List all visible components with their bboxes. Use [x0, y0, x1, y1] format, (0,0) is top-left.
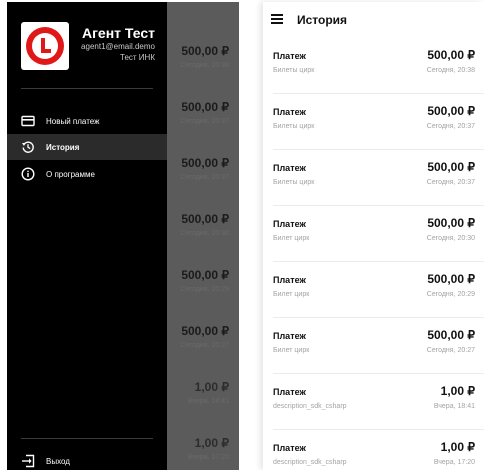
- logout-icon: [21, 454, 35, 468]
- payment-amount: 500,00 ₽: [427, 48, 475, 62]
- history-item[interactable]: Платеж description_sdk_csharp 1,00 ₽ Вче…: [263, 430, 484, 470]
- history-item[interactable]: Платеж Билеты цирк 500,00 ₽ Сегодня, 20:…: [263, 94, 484, 150]
- payment-date: Сегодня, 20:29: [426, 291, 475, 298]
- payment-description: Билет цирк: [273, 347, 310, 354]
- payment-description: Билет цирк: [273, 291, 310, 298]
- payment-title: Платеж: [273, 443, 306, 453]
- history-screen: История Платеж Билеты цирк 500,00 ₽ Сего…: [263, 2, 484, 470]
- background-date: Вчера, 17:20: [187, 454, 229, 461]
- background-list-item: 1,00 ₽ Вчера, 17:20: [159, 414, 239, 470]
- user-company: Тест ИНК: [120, 53, 155, 62]
- payment-title: Платеж: [273, 275, 306, 285]
- background-date: Сегодня, 20:29: [180, 286, 229, 293]
- background-amount: 500,00 ₽: [181, 100, 229, 114]
- background-date: Сегодня, 20:27: [180, 342, 229, 349]
- app-bar: История: [263, 2, 484, 38]
- logout-button[interactable]: Выход: [7, 448, 167, 470]
- background-list-item: 500,00 ₽ Сегодня, 20:27: [159, 302, 239, 358]
- menu-label: О программе: [46, 169, 95, 179]
- payment-date: Сегодня, 20:37: [426, 179, 475, 186]
- background-amount: 1,00 ₽: [194, 380, 229, 394]
- background-list-item: 500,00 ₽ Сегодня, 20:29: [159, 246, 239, 302]
- history-icon: [21, 140, 35, 154]
- payment-description: Билеты цирк: [273, 179, 315, 186]
- payment-description: Билет цирк: [273, 235, 310, 242]
- logout-label: Выход: [46, 456, 70, 466]
- payment-amount: 500,00 ₽: [427, 104, 475, 118]
- payment-description: Билеты цирк: [273, 123, 315, 130]
- menu-item-about[interactable]: О программе: [7, 161, 167, 187]
- payment-date: Вчера, 18:41: [433, 403, 475, 410]
- payment-title: Платеж: [273, 387, 306, 397]
- history-item[interactable]: Платеж Билет цирк 500,00 ₽ Сегодня, 20:2…: [263, 318, 484, 374]
- payment-title: Платеж: [273, 219, 306, 229]
- background-amount: 500,00 ₽: [181, 156, 229, 170]
- background-list-item: 1,00 ₽ Вчера, 18:41: [159, 358, 239, 414]
- background-amount: 500,00 ₽: [181, 268, 229, 282]
- payment-amount: 1,00 ₽: [440, 384, 475, 398]
- background-list-item: 500,00 ₽ Сегодня, 20:37: [159, 134, 239, 190]
- background-list-item: 500,00 ₽ Сегодня, 20:30: [159, 190, 239, 246]
- info-icon: [21, 167, 35, 181]
- background-amount: 1,00 ₽: [194, 436, 229, 450]
- card-icon: [21, 114, 35, 128]
- history-item[interactable]: Платеж description_sdk_csharp 1,00 ₽ Вче…: [263, 374, 484, 430]
- payment-date: Сегодня, 20:37: [426, 123, 475, 130]
- user-email: agent1@email.demo: [81, 42, 155, 51]
- payment-date: Сегодня, 20:30: [426, 235, 475, 242]
- background-list-item: 500,00 ₽ Сегодня, 20:38: [159, 22, 239, 78]
- payment-date: Сегодня, 20:27: [426, 347, 475, 354]
- payment-description: description_sdk_csharp: [273, 459, 347, 466]
- drawer-screen: 500,00 ₽ Сегодня, 20:38 500,00 ₽ Сегодня…: [7, 2, 239, 470]
- history-item[interactable]: Платеж Билеты цирк 500,00 ₽ Сегодня, 20:…: [263, 150, 484, 206]
- payment-title: Платеж: [273, 163, 306, 173]
- background-list-item: 500,00 ₽ Сегодня, 20:37: [159, 78, 239, 134]
- payment-title: Платеж: [273, 51, 306, 61]
- company-logo: [21, 22, 69, 70]
- background-date: Вчера, 18:41: [187, 398, 229, 405]
- payment-amount: 500,00 ₽: [427, 160, 475, 174]
- background-amount: 500,00 ₽: [181, 212, 229, 226]
- background-date: Сегодня, 20:37: [180, 118, 229, 125]
- payment-title: Платеж: [273, 331, 306, 341]
- navigation-drawer: Агент Тест agent1@email.demo Тест ИНК Но…: [7, 2, 167, 470]
- payment-amount: 500,00 ₽: [427, 272, 475, 286]
- menu-item-history[interactable]: История: [7, 134, 167, 160]
- header-divider: [21, 88, 153, 89]
- user-name: Агент Тест: [81, 25, 155, 41]
- payment-description: Билеты цирк: [273, 67, 315, 74]
- history-item[interactable]: Платеж Билет цирк 500,00 ₽ Сегодня, 20:3…: [263, 206, 484, 262]
- history-item[interactable]: Платеж Билет цирк 500,00 ₽ Сегодня, 20:2…: [263, 262, 484, 318]
- payment-date: Сегодня, 20:38: [426, 67, 475, 74]
- footer-divider: [21, 438, 153, 439]
- background-date: Сегодня, 20:37: [180, 174, 229, 181]
- payment-title: Платеж: [273, 107, 306, 117]
- history-item[interactable]: Платеж Билеты цирк 500,00 ₽ Сегодня, 20:…: [263, 38, 484, 94]
- payment-date: Вчера, 17:20: [433, 459, 475, 466]
- payment-amount: 500,00 ₽: [427, 328, 475, 342]
- background-date: Сегодня, 20:38: [180, 62, 229, 69]
- menu-label: Новый платеж: [46, 116, 100, 126]
- payment-amount: 1,00 ₽: [440, 440, 475, 454]
- background-amount: 500,00 ₽: [181, 44, 229, 58]
- menu-item-new-payment[interactable]: Новый платеж: [7, 108, 167, 134]
- menu-label: История: [46, 142, 80, 152]
- page-title: История: [297, 13, 348, 27]
- logo-ring-icon: [26, 27, 64, 65]
- payment-amount: 500,00 ₽: [427, 216, 475, 230]
- background-date: Сегодня, 20:30: [180, 230, 229, 237]
- background-amount: 500,00 ₽: [181, 324, 229, 338]
- menu-icon[interactable]: [271, 14, 283, 24]
- payment-description: description_sdk_csharp: [273, 403, 347, 410]
